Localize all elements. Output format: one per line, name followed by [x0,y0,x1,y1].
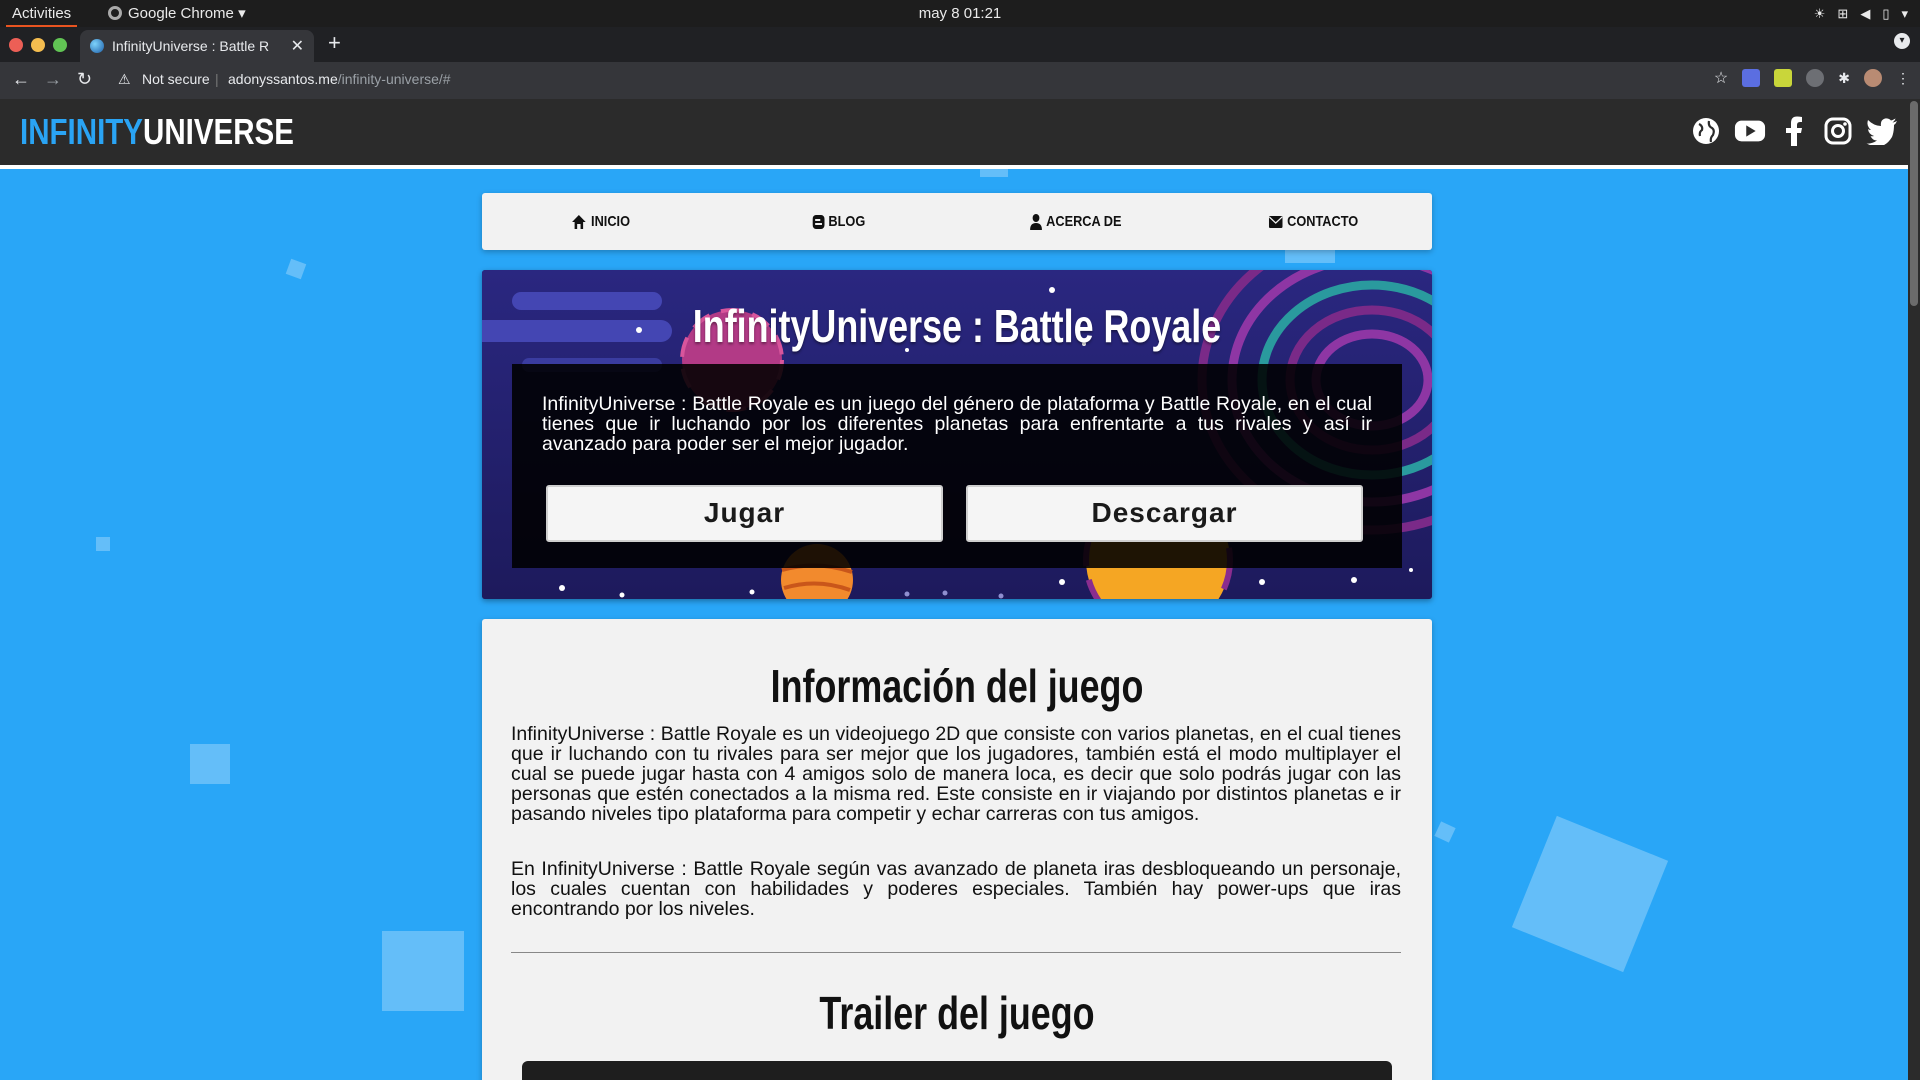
trailer-heading: Trailer del juego [819,987,1095,1039]
warning-icon[interactable]: ⚠ [118,71,131,88]
envelope-icon [1268,215,1283,228]
address-input[interactable]: adonyssantos.me/infinity-universe/# [228,71,451,87]
decor-square [285,258,307,280]
decor-square [382,931,464,1011]
blog-icon [811,214,824,229]
decor-square [190,744,230,784]
kebab-menu-icon[interactable]: ⋮ [1896,70,1910,87]
os-top-bar: Activities Google Chrome ▾ may 8 01:21 ☀… [0,0,1920,27]
hero-title: InfinityUniverse : Battle Royale [692,300,1222,352]
url-host: adonyssantos.me [228,71,338,87]
not-secure-label[interactable]: Not secure [142,71,210,87]
game-info-section: Información del juego InfinityUniverse :… [482,619,1432,1080]
browser-tab[interactable]: InfinityUniverse : Battle R ✕ [80,30,314,62]
close-window-button[interactable] [9,38,23,52]
nav-item-contacto[interactable]: CONTACTO [1212,193,1414,250]
scrollbar-thumb[interactable] [1910,101,1918,306]
info-paragraph: En InfinityUniverse : Battle Royale segú… [511,858,1401,920]
hero-banner: InfinityUniverse : Battle Royale Infinit… [482,270,1432,599]
home-icon [572,214,586,229]
maximize-window-button[interactable] [53,38,67,52]
nav-item-blog[interactable]: BLOG [737,193,939,250]
puzzle-icon[interactable]: ✱ [1838,70,1850,87]
brightness-icon: ☀ [1813,5,1826,21]
twitter-icon[interactable] [1866,115,1898,147]
volume-icon: ◀︎ [1860,5,1871,21]
globe-icon[interactable] [1690,115,1722,147]
system-tray[interactable]: ☀ ⊞ ◀︎ ▯ ▾ [1814,0,1908,27]
nav-item-inicio[interactable]: INICIO [500,193,702,250]
new-tab-button[interactable]: + [328,30,341,56]
battery-icon: ▯ [1882,5,1890,21]
page-scrollbar[interactable] [1908,99,1920,1080]
logo-part2: UNIVERSE [143,111,294,152]
info-paragraph: InfinityUniverse : Battle Royale es un v… [511,723,1401,825]
decor-square [1434,821,1456,843]
logo-part1: INFINITY [20,111,143,152]
tab-title: InfinityUniverse : Battle R [112,38,270,54]
close-tab-icon[interactable]: ✕ [291,36,304,56]
facebook-icon[interactable] [1778,115,1810,147]
browser-toolbar: ← → ↻ ⚠ Not secure | adonyssantos.me/inf… [0,62,1920,99]
toolbar-right: ☆ ✱ ⋮ [1714,68,1910,88]
nav-item-acerca-de[interactable]: ACERCA DE [975,193,1177,250]
social-links [1690,115,1898,147]
bookmark-star-icon[interactable]: ☆ [1714,68,1728,88]
tab-search-button[interactable]: ▾ [1894,33,1910,49]
url-path: /infinity-universe/# [337,71,451,87]
hero-description: InfinityUniverse : Battle Royale es un j… [542,393,1372,455]
youtube-icon[interactable] [1734,115,1766,147]
extension-icon[interactable] [1774,69,1793,87]
extension-icon[interactable] [1742,69,1761,87]
chevron-down-icon: ▾ [1901,5,1908,21]
nav-label: INICIO [591,213,631,230]
url-separator: | [215,71,219,87]
tab-strip: InfinityUniverse : Battle R ✕ + ▾ [0,27,1920,62]
main-nav: INICIO BLOG ACERCA DE CONTACTO [482,193,1432,250]
pocket-icon[interactable] [1806,69,1825,87]
page-viewport: INFINITYUNIVERSE INICIO BLOG ACERCA DE C… [0,99,1920,1080]
hero-info-box: InfinityUniverse : Battle Royale es un j… [512,364,1402,568]
minimize-window-button[interactable] [31,38,45,52]
nav-label: BLOG [827,213,865,230]
play-button[interactable]: Jugar [546,485,943,542]
instagram-icon[interactable] [1822,115,1854,147]
decor-square [980,169,1008,177]
forward-arrow-icon[interactable]: → [44,69,62,90]
reload-icon[interactable]: ↻ [77,69,92,90]
info-heading: Información del juego [770,660,1144,712]
favicon-icon [90,39,104,53]
nav-label: CONTACTO [1286,213,1358,230]
download-button[interactable]: Descargar [966,485,1363,542]
decor-square [1511,815,1669,973]
clock[interactable]: may 8 01:21 [0,0,1920,27]
site-header: INFINITYUNIVERSE [0,99,1908,169]
avatar[interactable] [1864,69,1882,87]
divider [511,952,1401,953]
back-arrow-icon[interactable]: ← [12,69,30,90]
site-logo[interactable]: INFINITYUNIVERSE [20,111,294,153]
decor-square [96,537,110,551]
trailer-video[interactable] [522,1061,1392,1080]
user-icon [1030,213,1042,230]
nav-label: ACERCA DE [1046,213,1122,230]
network-icon: ⊞ [1837,5,1849,21]
